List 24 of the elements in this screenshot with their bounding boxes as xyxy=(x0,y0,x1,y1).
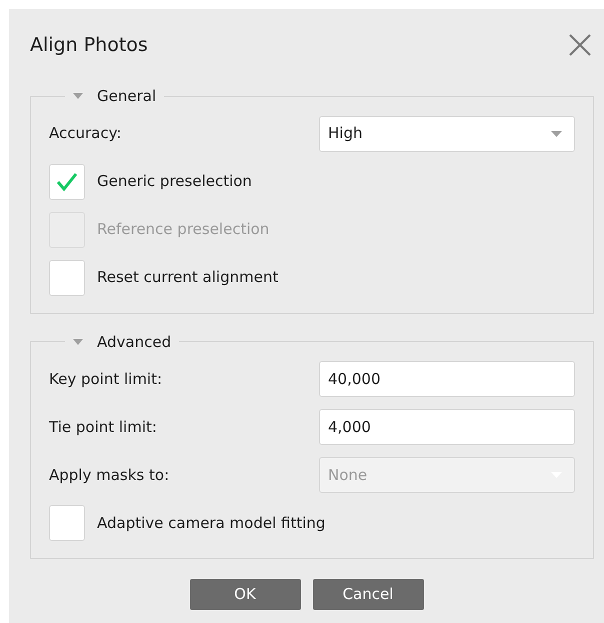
checkbox-label: Adaptive camera model fitting xyxy=(97,512,326,534)
field-label: Accuracy: xyxy=(49,123,122,144)
dialog-button[interactable]: OK xyxy=(190,579,300,610)
caret-icon xyxy=(551,130,562,136)
input-field[interactable]: 4,000 xyxy=(319,409,575,445)
collapse-triangle-icon[interactable] xyxy=(73,91,83,102)
collapse-triangle-icon[interactable] xyxy=(73,336,83,347)
checkbox[interactable] xyxy=(49,164,85,200)
input-field[interactable]: 40,000 xyxy=(319,361,575,397)
dropdown[interactable]: High xyxy=(319,116,575,152)
field-label: Key point limit: xyxy=(49,368,164,390)
dialog-button[interactable]: Cancel xyxy=(312,579,424,610)
group-title: General xyxy=(97,86,156,107)
checkbox[interactable] xyxy=(49,505,85,541)
checkbox-label: Generic preselection xyxy=(97,171,252,192)
field-label: Tie point limit: xyxy=(49,416,158,438)
checkbox[interactable] xyxy=(49,260,85,296)
checkmark-icon xyxy=(56,172,78,192)
window-title: Align Photos xyxy=(30,33,148,58)
group-title: Advanced xyxy=(97,332,172,352)
field-label: Apply masks to: xyxy=(49,464,170,486)
checkbox-label: Reset current alignment xyxy=(97,267,278,288)
close-icon[interactable] xyxy=(568,33,592,57)
checkbox-label: Reference preselection xyxy=(97,219,270,240)
